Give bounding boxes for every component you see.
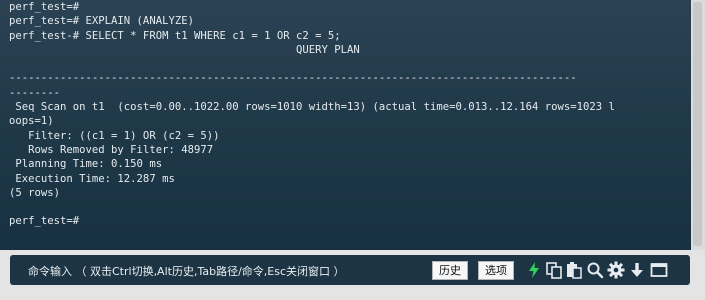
resize-grip[interactable] [341, 294, 355, 298]
maximize-icon[interactable] [650, 261, 668, 279]
lightning-icon[interactable] [525, 261, 543, 279]
search-icon[interactable] [586, 261, 604, 279]
terminal-line: perf_test=# EXPLAIN (ANALYZE) [9, 15, 194, 28]
copy-icon[interactable] [545, 261, 563, 279]
terminal-line: Execution Time: 12.287 ms [9, 172, 175, 185]
terminal-line: oops=1) [9, 115, 54, 128]
options-button[interactable]: 选项 [478, 261, 514, 280]
command-input-hint[interactable]: 命令输入 （ 双击Ctrl切换,Alt历史,Tab路径/命令,Esc关闭窗口 ） [28, 263, 345, 279]
download-icon[interactable] [628, 261, 646, 279]
scrollbar-thumb[interactable] [693, 2, 702, 246]
terminal-prompt[interactable]: perf_test=# [9, 214, 691, 228]
terminal-line: Filter: ((c1 = 1) OR (c2 = 5)) [9, 129, 220, 142]
command-input-bar[interactable]: 命令输入 （ 双击Ctrl切换,Alt历史,Tab路径/命令,Esc关闭窗口 ）… [10, 255, 690, 285]
vertical-scrollbar[interactable] [691, 0, 705, 250]
terminal-line: ----------------------------------------… [9, 72, 577, 85]
terminal-line: Rows Removed by Filter: 48977 [9, 143, 214, 156]
gear-icon[interactable] [607, 261, 625, 279]
terminal-output[interactable]: perf_test=# perf_test=# EXPLAIN (ANALYZE)… [0, 0, 691, 250]
paste-icon[interactable] [565, 261, 583, 279]
terminal-line: Seq Scan on t1 (cost=0.00..1022.00 rows=… [9, 101, 615, 114]
terminal-line: QUERY PLAN [9, 43, 360, 56]
terminal-line: -------- [9, 86, 61, 99]
terminal-line: perf_test=# [9, 1, 80, 13]
terminal-window: perf_test=# perf_test=# EXPLAIN (ANALYZE)… [0, 0, 705, 300]
terminal-line: Planning Time: 0.150 ms [9, 158, 163, 171]
history-button[interactable]: 历史 [432, 261, 468, 280]
terminal-line: perf_test-# SELECT * FROM t1 WHERE c1 = … [9, 29, 341, 42]
terminal-line: (5 rows) [9, 186, 61, 199]
